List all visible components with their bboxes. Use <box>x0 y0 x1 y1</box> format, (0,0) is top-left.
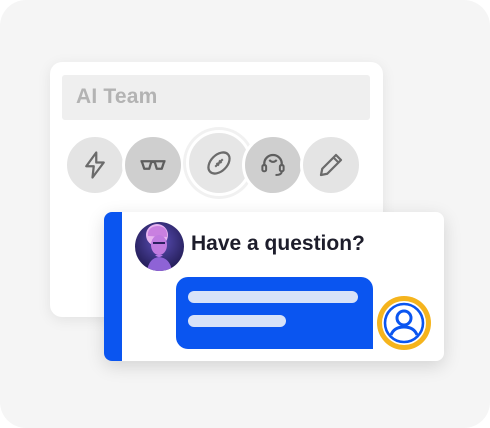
illustration-background: AI Team Have a question? <box>0 0 490 428</box>
chat-title: Have a question? <box>191 232 365 255</box>
team-member-pencil[interactable] <box>300 134 362 196</box>
football-icon <box>207 151 231 175</box>
bot-portrait-avatar <box>135 222 184 271</box>
bot-avatar <box>135 222 184 271</box>
chat-widget: Have a question? <box>104 212 444 361</box>
lightning-icon <box>85 151 105 179</box>
headset-icon <box>261 153 285 176</box>
team-member-headset[interactable] <box>242 134 304 196</box>
chat-accent-bar <box>104 212 122 361</box>
user-avatar <box>377 296 431 350</box>
team-title: AI Team <box>76 85 158 108</box>
pencil-icon <box>319 153 343 177</box>
message-line-placeholder <box>188 291 358 303</box>
message-line-placeholder <box>188 315 286 327</box>
user-icon <box>383 302 425 344</box>
team-title-field: AI Team <box>62 75 370 120</box>
team-member-glasses[interactable] <box>122 134 184 196</box>
team-member-lightning[interactable] <box>64 134 126 196</box>
message-bubble <box>176 277 373 349</box>
glasses-icon <box>140 160 166 170</box>
